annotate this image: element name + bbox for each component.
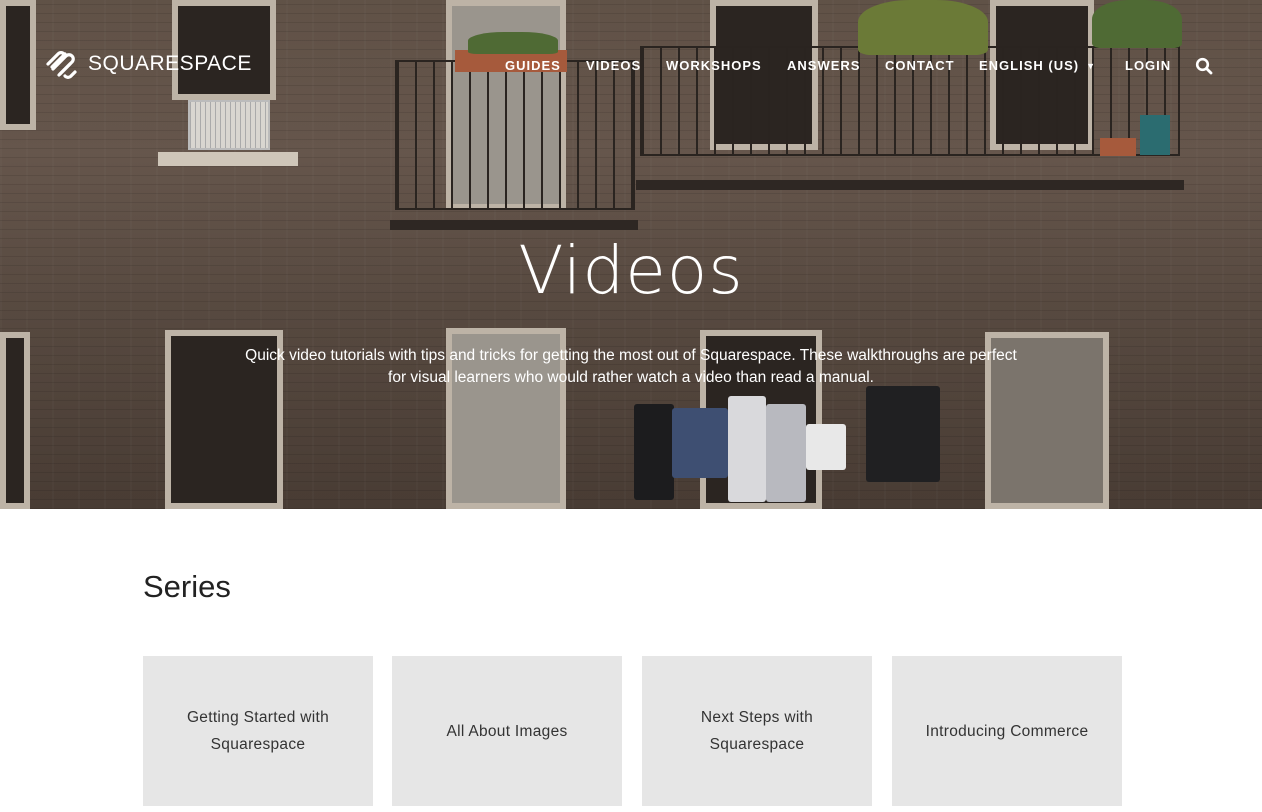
- login-link[interactable]: LOGIN: [1125, 58, 1171, 73]
- page-description: Quick video tutorials with tips and tric…: [245, 347, 1017, 386]
- nav-item-workshops[interactable]: WORKSHOPS: [666, 58, 762, 73]
- plant-image: [1092, 0, 1182, 48]
- nav-item-guides[interactable]: GUIDES: [505, 58, 561, 73]
- balcony-railing: [395, 60, 635, 210]
- series-heading: Series: [143, 569, 231, 604]
- nav-item-answers[interactable]: ANSWERS: [787, 58, 860, 73]
- caret-down-icon: ▼: [1086, 61, 1097, 71]
- language-selector[interactable]: ENGLISH (US) ▼: [979, 58, 1096, 73]
- laundry-image: [728, 396, 766, 502]
- window-sill: [158, 152, 298, 166]
- planter-image: [1140, 115, 1170, 155]
- series-card-label: Next Steps with Squarespace: [700, 709, 814, 753]
- fire-escape-floor: [636, 150, 1184, 190]
- page-title: Videos: [518, 232, 744, 309]
- series-card-label: All About Images: [446, 722, 568, 740]
- search-icon[interactable]: [1195, 57, 1213, 75]
- balcony-floor: [390, 200, 638, 230]
- laundry-image: [672, 408, 728, 478]
- series-card[interactable]: All About Images: [392, 656, 622, 806]
- plant-image: [468, 32, 558, 54]
- nav-item-videos[interactable]: VIDEOS: [586, 58, 641, 73]
- series-card[interactable]: Getting Started with Squarespace: [143, 656, 373, 806]
- series-card[interactable]: Introducing Commerce: [892, 656, 1122, 806]
- plant-image: [858, 0, 988, 55]
- air-conditioner-image: [188, 100, 270, 150]
- main-nav: GUIDES VIDEOS WORKSHOPS ANSWERS CONTACT …: [0, 58, 1262, 78]
- window-image: [0, 332, 30, 509]
- series-card-label: Introducing Commerce: [925, 722, 1089, 740]
- laundry-image: [866, 386, 940, 482]
- series-card[interactable]: Next Steps with Squarespace: [642, 656, 872, 806]
- hero-banner: SQUARESPACE GUIDES VIDEOS WORKSHOPS ANSW…: [0, 0, 1262, 509]
- laundry-image: [634, 404, 674, 500]
- planter-image: [1100, 138, 1136, 156]
- laundry-image: [806, 424, 846, 470]
- language-label: ENGLISH (US): [979, 58, 1080, 73]
- laundry-image: [766, 404, 806, 502]
- series-card-label: Getting Started with Squarespace: [186, 709, 330, 753]
- nav-item-contact[interactable]: CONTACT: [885, 58, 955, 73]
